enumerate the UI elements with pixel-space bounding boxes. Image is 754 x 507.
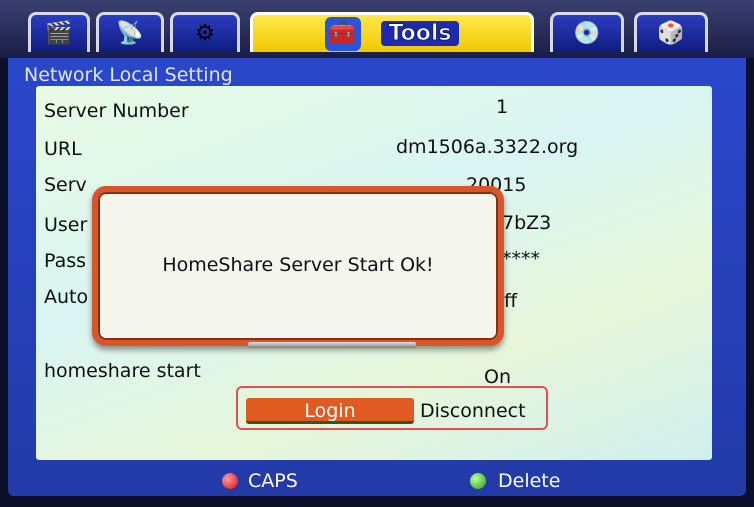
tab-bar: 🎬 📡 ⚙ 🧰 Tools 💿 🎲 [0,0,754,58]
delete-hint: Delete [498,470,561,492]
caps-hint: CAPS [248,470,298,492]
dialog-message: HomeShare Server Start Ok! [162,254,434,276]
film-icon: 🎬 [45,20,73,46]
disconnect-button[interactable]: Disconnect [420,400,526,422]
dice-icon: 🎲 [657,20,685,46]
toolbox-icon: 🧰 [324,16,361,51]
tab-disc[interactable]: 💿 [550,12,624,52]
satellite-icon: 📡 [116,20,144,46]
page-title: Network Local Setting [24,64,233,86]
tab-media[interactable]: 🎬 [28,12,90,52]
auto-label: Auto [44,286,89,308]
gears-icon: ⚙ [195,20,215,46]
message-dialog: HomeShare Server Start Ok! [92,186,504,346]
dialog-scroll-indicator [248,342,416,348]
username-label: User [44,214,88,236]
url-label: URL [44,138,82,160]
url-value[interactable]: dm1506a.3322.org [396,136,578,158]
homeshare-start-label: homeshare start [44,360,201,382]
server-number-value[interactable]: 1 [496,96,508,118]
password-label: Pass [44,250,87,272]
green-button-icon [470,473,486,489]
tab-installation[interactable]: 📡 [96,12,164,52]
username-value[interactable]: 7bZ3 [502,212,551,234]
password-value[interactable]: **** [502,248,540,270]
red-button-icon [222,473,238,489]
server-number-label: Server Number [44,100,189,122]
tab-tools-label: Tools [380,21,460,47]
homeshare-start-value[interactable]: On [484,366,511,388]
tab-system[interactable]: ⚙ [170,12,240,52]
login-button[interactable]: Login [246,398,414,424]
tab-games[interactable]: 🎲 [634,12,708,52]
footer-legend: CAPS Delete [8,464,746,496]
server-port-label: Serv [44,174,87,196]
disc-icon: 💿 [573,20,601,46]
auto-value[interactable]: ff [504,290,517,312]
tab-tools[interactable]: 🧰 Tools [250,12,534,52]
